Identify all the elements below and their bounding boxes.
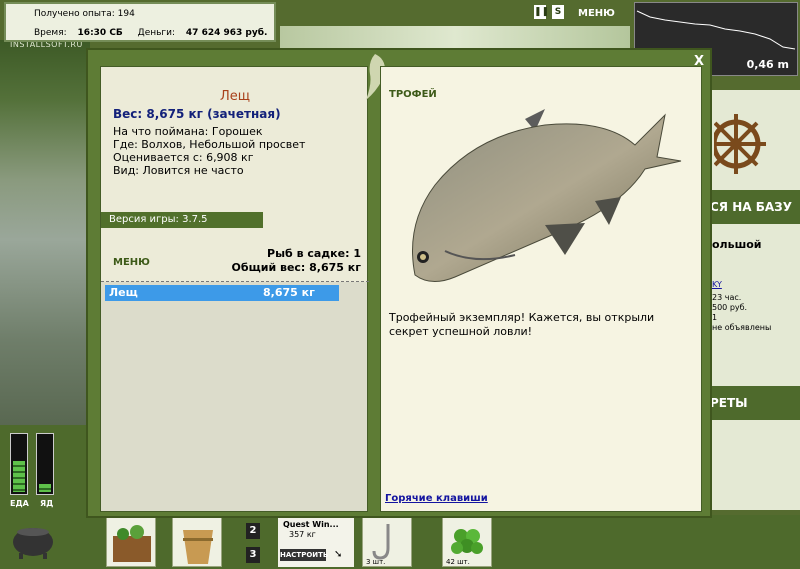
river-view: [0, 40, 90, 425]
side-text-c: 23 час.: [712, 293, 742, 302]
main-menu-button[interactable]: МЕНЮ: [578, 8, 615, 19]
hook-quantity: 3 шт.: [366, 558, 386, 566]
catch-dialog: X Лещ Вес: 8,675 кг (зачетная) На что по…: [86, 48, 712, 518]
status-gauges: ЕДА ЯД: [0, 425, 100, 569]
fish-name: Лещ: [219, 89, 251, 104]
fish-weight: Вес: 8,675 кг (зачетная): [113, 107, 281, 121]
food-gauge-label: ЕДА: [10, 499, 29, 508]
side-text-f: не объявлены: [712, 323, 772, 332]
trophy-pane: ТРОФЕЙ Трофейный экземпляр! Кажется, вы …: [380, 66, 702, 512]
catch-list: Лещ 8,675 кг: [101, 282, 367, 511]
inventory-bar: 2 3 Quest Win... 357 кг НАСТРОИТЬ ➘ 3 шт…: [100, 515, 800, 569]
list-item-weight: 8,675 кг: [263, 286, 315, 299]
time-label: Время:: [34, 28, 67, 38]
side-text-e: 1: [712, 313, 718, 322]
side-text-d: 500 руб.: [712, 303, 748, 312]
top-toolbar: ❚❚ S МЕНЮ: [534, 4, 630, 24]
slot-3-number[interactable]: 3: [246, 547, 260, 563]
food-gauge: [10, 433, 28, 495]
side-link[interactable]: KY: [712, 280, 722, 289]
valuation-line: Оценивается с: 6,908 кг: [113, 151, 254, 164]
peas-quantity: 42 шт.: [446, 558, 470, 566]
hotkeys-link[interactable]: Горячие клавиши: [385, 493, 488, 504]
keepnet-count: Рыб в садке: 1: [267, 247, 361, 260]
list-item-name: Лещ: [109, 286, 138, 299]
peas-slot[interactable]: 42 шт.: [442, 517, 492, 567]
side-text-a: ольшой: [712, 238, 762, 251]
ship-wheel-icon[interactable]: [714, 100, 770, 188]
experience-label: Получено опыта:: [34, 9, 115, 19]
sound-icon[interactable]: S: [552, 5, 564, 19]
depth-value: 0,46 m: [746, 58, 789, 71]
hook-slot[interactable]: 3 шт.: [362, 517, 412, 567]
food-gauge-fill: [13, 461, 25, 492]
rarity-line: Вид: Ловится не часто: [113, 164, 244, 177]
money-label: Деньги:: [137, 28, 176, 38]
secrets-banner[interactable]: РЕТЫ: [710, 386, 800, 420]
poison-gauge: [36, 433, 54, 495]
quest-weight: 357 кг: [289, 530, 316, 539]
bait-line: На что поймана: Горошек: [113, 125, 263, 138]
location-line: Где: Волхов, Небольшой просвет: [113, 138, 306, 151]
configure-button[interactable]: НАСТРОИТЬ: [280, 549, 328, 561]
bucket-icon: [183, 530, 213, 564]
basket-icon: [113, 525, 151, 562]
trophy-title: ТРОФЕЙ: [389, 89, 437, 100]
version-bar: Версия игры: 3.7.5: [101, 212, 263, 228]
quest-title: Quest Win...: [283, 520, 339, 529]
basket-slot[interactable]: [106, 517, 156, 567]
time-value: 16:30 СБ: [77, 28, 123, 38]
arrow-icon: ➘: [334, 549, 343, 560]
keepnet-weight: Общий вес: 8,675 кг: [231, 261, 361, 274]
pause-icon[interactable]: ❚❚: [534, 5, 549, 19]
cauldron-icon[interactable]: [10, 520, 56, 560]
return-to-base-banner[interactable]: СЯ НА БАЗУ: [710, 190, 800, 224]
money-value: 47 624 963 руб.: [185, 28, 268, 38]
bucket-slot[interactable]: [172, 517, 222, 567]
stats-panel: Получено опыта: 194 Время: 16:30 СБ День…: [4, 2, 276, 42]
slot-2-number[interactable]: 2: [246, 523, 260, 539]
quest-panel: Quest Win... 357 кг НАСТРОИТЬ ➘: [278, 517, 354, 567]
poison-gauge-label: ЯД: [40, 499, 54, 508]
sky-strip: [280, 26, 630, 48]
list-item[interactable]: Лещ 8,675 кг: [105, 285, 339, 301]
experience-value: 194: [117, 9, 135, 19]
game-version: Версия игры: 3.7.5: [109, 214, 208, 225]
trophy-message: Трофейный экземпляр! Кажется, вы открыли…: [389, 311, 655, 338]
dialog-menu-button[interactable]: МЕНЮ: [113, 257, 150, 268]
catch-details-pane: Лещ Вес: 8,675 кг (зачетная) На что пойм…: [100, 66, 369, 512]
bream-image: [412, 109, 682, 282]
poison-gauge-fill: [39, 484, 51, 492]
